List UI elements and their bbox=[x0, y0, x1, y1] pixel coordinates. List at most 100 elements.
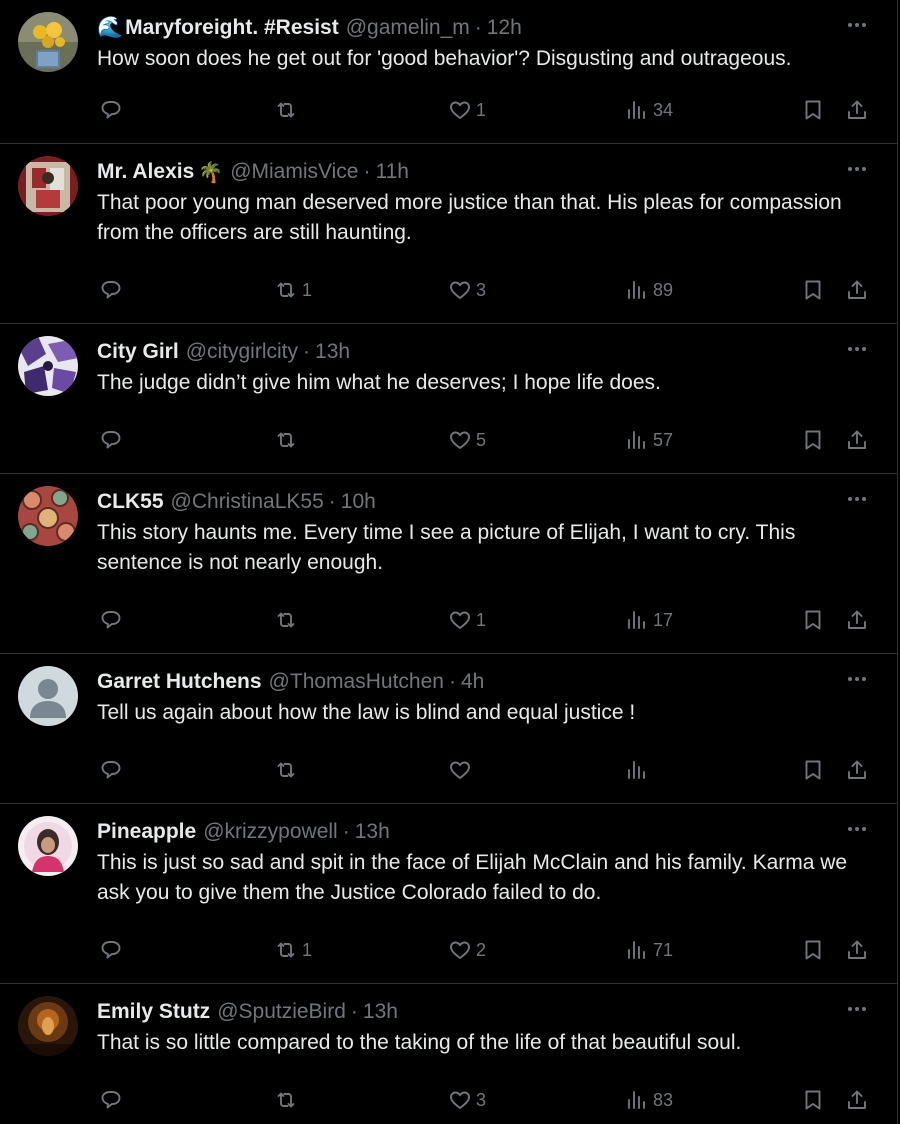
bookmark-button[interactable] bbox=[801, 425, 825, 455]
avatar[interactable] bbox=[18, 12, 78, 72]
like-button[interactable]: 3 bbox=[448, 275, 486, 305]
like-count: 2 bbox=[476, 939, 487, 960]
tweet[interactable]: CLK55 @ChristinaLK55 · 10h This story ha… bbox=[0, 474, 897, 654]
more-icon[interactable] bbox=[845, 337, 869, 361]
timestamp[interactable]: 13h bbox=[363, 1000, 398, 1024]
tweet[interactable]: Mr. Alexis 🌴 @MiamisVice · 11h That poor… bbox=[0, 144, 897, 324]
like-button[interactable] bbox=[448, 755, 476, 785]
bookmark-button[interactable] bbox=[801, 275, 825, 305]
retweet-button[interactable] bbox=[274, 755, 302, 785]
like-button[interactable]: 2 bbox=[448, 935, 486, 965]
retweet-button[interactable] bbox=[274, 425, 302, 455]
views-button[interactable]: 83 bbox=[625, 1085, 673, 1115]
share-icon bbox=[848, 100, 866, 119]
timestamp[interactable]: 4h bbox=[461, 670, 484, 694]
heart-icon bbox=[450, 1091, 470, 1109]
share-button[interactable] bbox=[845, 605, 869, 635]
like-count: 1 bbox=[476, 609, 487, 630]
retweet-button[interactable]: 1 bbox=[274, 275, 312, 305]
views-button[interactable]: 89 bbox=[625, 275, 673, 305]
reply-button[interactable] bbox=[99, 935, 127, 965]
timestamp[interactable]: 12h bbox=[487, 16, 522, 40]
share-icon bbox=[848, 280, 866, 299]
like-button[interactable]: 5 bbox=[448, 425, 486, 455]
retweet-count: 1 bbox=[302, 279, 313, 300]
timestamp[interactable]: 13h bbox=[355, 820, 390, 844]
timestamp[interactable]: 13h bbox=[315, 340, 350, 364]
avatar[interactable] bbox=[18, 816, 78, 876]
handle[interactable]: @MiamisVice bbox=[230, 160, 358, 184]
display-name[interactable]: Emily Stutz bbox=[97, 1000, 210, 1024]
tweet[interactable]: 🌊 Maryforeight. #Resist @gamelin_m · 12h… bbox=[0, 0, 897, 144]
reply-button[interactable] bbox=[99, 1085, 127, 1115]
bookmark-button[interactable] bbox=[801, 95, 825, 125]
display-name[interactable]: CLK55 bbox=[97, 490, 164, 514]
tweet[interactable]: Pineapple @krizzypowell · 13h This is ju… bbox=[0, 804, 897, 984]
reply-button[interactable] bbox=[99, 275, 127, 305]
share-button[interactable] bbox=[845, 275, 869, 305]
views-button[interactable]: 17 bbox=[625, 605, 673, 635]
more-icon[interactable] bbox=[845, 817, 869, 841]
display-name[interactable]: Garret Hutchens bbox=[97, 670, 262, 694]
share-button[interactable] bbox=[845, 95, 869, 125]
bookmark-button[interactable] bbox=[801, 935, 825, 965]
handle[interactable]: @SputzieBird bbox=[217, 1000, 346, 1024]
views-button[interactable]: 57 bbox=[625, 425, 673, 455]
avatar[interactable] bbox=[18, 486, 78, 546]
heart-icon bbox=[450, 281, 470, 299]
like-count: 3 bbox=[476, 1089, 487, 1110]
handle[interactable]: @gamelin_m bbox=[346, 16, 470, 40]
views-button[interactable]: 34 bbox=[625, 95, 673, 125]
more-icon[interactable] bbox=[845, 487, 869, 511]
tweet[interactable]: Garret Hutchens @ThomasHutchen · 4h Tell… bbox=[0, 654, 897, 804]
timestamp[interactable]: 11h bbox=[375, 160, 408, 184]
more-icon[interactable] bbox=[845, 157, 869, 181]
share-button[interactable] bbox=[845, 755, 869, 785]
reply-button[interactable] bbox=[99, 755, 127, 785]
separator: · bbox=[328, 490, 336, 513]
bookmark-button[interactable] bbox=[801, 605, 825, 635]
view-count: 17 bbox=[653, 609, 674, 630]
views-button[interactable]: 71 bbox=[625, 935, 673, 965]
timestamp[interactable]: 10h bbox=[341, 490, 376, 514]
heart-icon bbox=[450, 611, 470, 629]
like-button[interactable]: 3 bbox=[448, 1085, 486, 1115]
reply-button[interactable] bbox=[99, 605, 127, 635]
more-icon[interactable] bbox=[845, 13, 869, 37]
more-icon[interactable] bbox=[845, 997, 869, 1021]
like-button[interactable]: 1 bbox=[448, 605, 486, 635]
handle[interactable]: @krizzypowell bbox=[203, 820, 338, 844]
avatar[interactable] bbox=[18, 336, 78, 396]
bookmark-button[interactable] bbox=[801, 1085, 825, 1115]
more-icon[interactable] bbox=[845, 667, 869, 691]
palm-emoji: 🌴 bbox=[198, 161, 224, 184]
handle[interactable]: @citygirlcity bbox=[186, 340, 298, 364]
avatar[interactable] bbox=[18, 996, 78, 1056]
share-button[interactable] bbox=[845, 935, 869, 965]
retweet-button[interactable] bbox=[274, 1085, 302, 1115]
display-name[interactable]: Pineapple bbox=[97, 820, 196, 844]
avatar[interactable] bbox=[18, 156, 78, 216]
retweet-button[interactable] bbox=[274, 95, 302, 125]
display-name[interactable]: Maryforeight. #Resist bbox=[125, 16, 339, 40]
share-icon bbox=[848, 430, 866, 449]
retweet-button[interactable] bbox=[274, 605, 302, 635]
handle[interactable]: @ThomasHutchen bbox=[269, 670, 444, 694]
display-name[interactable]: Mr. Alexis bbox=[97, 160, 194, 184]
views-button[interactable] bbox=[625, 755, 653, 785]
handle[interactable]: @ChristinaLK55 bbox=[171, 490, 324, 514]
display-name[interactable]: City Girl bbox=[97, 340, 179, 364]
retweet-button[interactable]: 1 bbox=[274, 935, 312, 965]
reply-button[interactable] bbox=[99, 425, 127, 455]
like-button[interactable]: 1 bbox=[448, 95, 486, 125]
share-button[interactable] bbox=[845, 1085, 869, 1115]
share-button[interactable] bbox=[845, 425, 869, 455]
retweet-count: 1 bbox=[302, 939, 313, 960]
tweet[interactable]: City Girl @citygirlcity · 13h The judge … bbox=[0, 324, 897, 474]
avatar[interactable] bbox=[18, 666, 78, 726]
tweet[interactable]: Emily Stutz @SputzieBird · 13h That is s… bbox=[0, 984, 897, 1124]
reply-button[interactable] bbox=[99, 95, 127, 125]
bookmark-button[interactable] bbox=[801, 755, 825, 785]
reply-timeline: 🌊 Maryforeight. #Resist @gamelin_m · 12h… bbox=[0, 0, 898, 1124]
reply-icon bbox=[101, 941, 121, 959]
